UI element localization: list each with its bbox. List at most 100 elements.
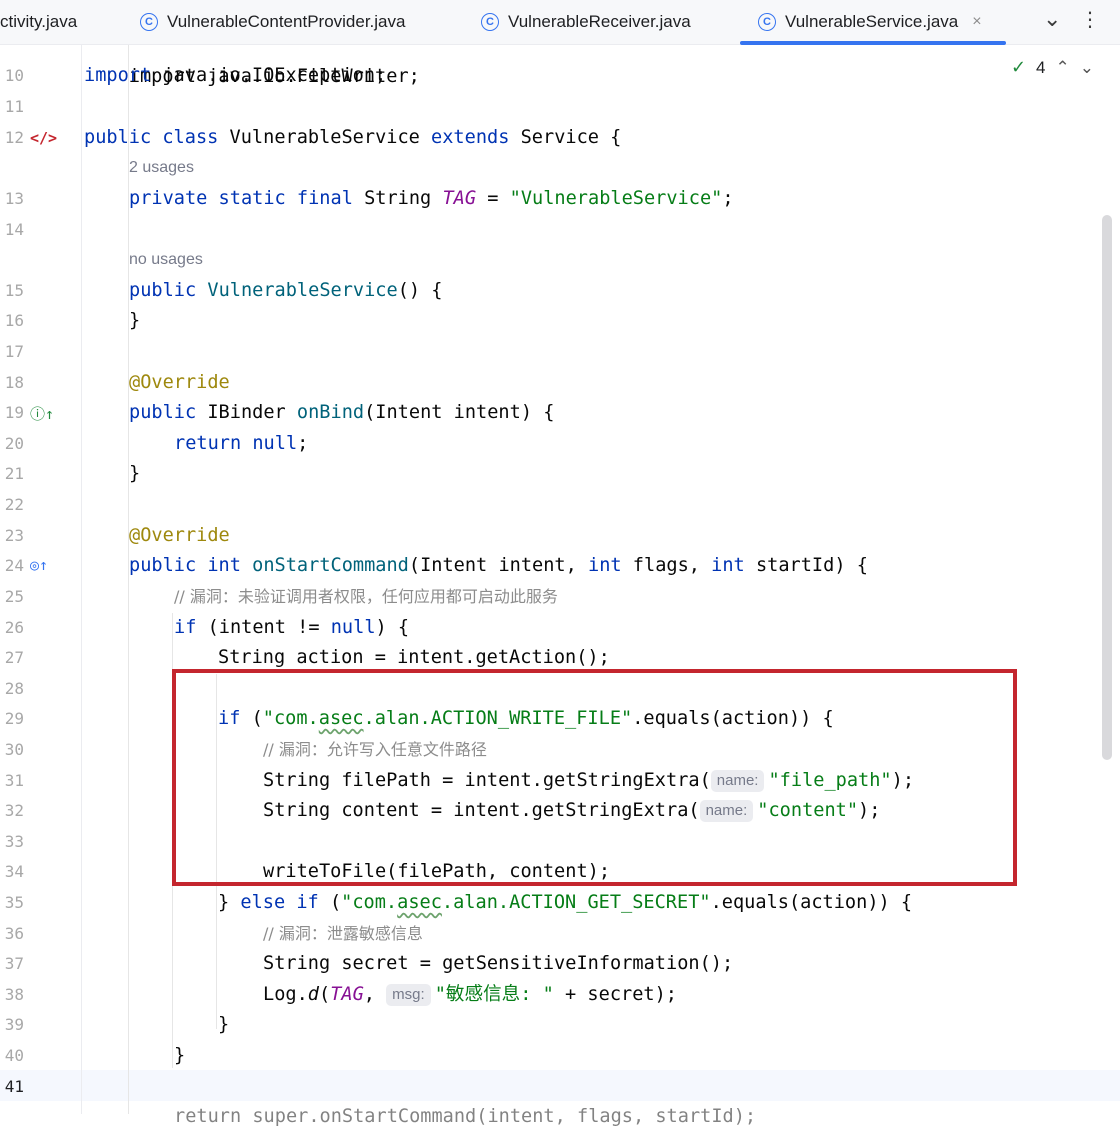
string-literal: "敏感信息: ": [434, 984, 554, 1005]
code-line: private static final String TAG = "Vulne…: [129, 184, 734, 215]
string-literal: "VulnerableService": [509, 188, 723, 209]
tab-vulnerable-receiver[interactable]: C VulnerableReceiver.java: [481, 0, 691, 44]
code-text: + secret);: [553, 984, 677, 1005]
line-number: 23: [4, 526, 24, 545]
keyword: extends: [431, 127, 510, 148]
code-text: }: [218, 892, 241, 913]
close-icon[interactable]: ×: [972, 13, 981, 31]
line-number: 40: [4, 1046, 24, 1065]
code-text: String: [352, 188, 443, 209]
line-number: 14: [4, 220, 24, 239]
line-number: 31: [4, 771, 24, 790]
code-text: =: [476, 188, 510, 209]
tab-label: VulnerableService.java: [785, 12, 959, 31]
code-text: return super.onStartCommand(intent, flag…: [174, 1106, 757, 1127]
code-line: @Override: [129, 368, 230, 399]
next-issue-icon[interactable]: ⌄: [1080, 58, 1094, 78]
line-number: 35: [4, 893, 24, 912]
code-brackets-icon[interactable]: </>: [30, 129, 57, 147]
line-number: 27: [4, 648, 24, 667]
code-line: }: [218, 1010, 229, 1041]
tab-activity[interactable]: ctivity.java: [0, 0, 77, 44]
tab-label: ctivity.java: [0, 12, 78, 31]
line-number: 24: [4, 556, 24, 575]
typo-warning[interactable]: asec: [397, 892, 442, 913]
code-line: // 漏洞：泄露敏感信息: [263, 919, 423, 950]
line-number: 38: [4, 985, 24, 1004]
line-number: 18: [4, 373, 24, 392]
keyword: else if: [240, 892, 319, 913]
class-icon: C: [481, 13, 499, 31]
code-line: public class VulnerableService extends S…: [84, 123, 621, 154]
method-name: d: [307, 984, 319, 1005]
line-number: 25: [4, 587, 24, 606]
method-name: onStartCommand: [252, 555, 409, 576]
code-text: IBinder: [196, 402, 297, 423]
code-text: ,: [363, 984, 387, 1005]
keyword: int: [711, 555, 745, 576]
code-text: String action = intent.getAction();: [218, 647, 610, 668]
code-line: Log.d(TAG, msg: "敏感信息: " + secret);: [263, 980, 677, 1011]
constant: TAG: [442, 188, 477, 209]
code-text: ;: [297, 433, 309, 454]
code-text: String secret = getSensitiveInformation(…: [263, 953, 734, 974]
code-text: java.io.IOException;: [151, 65, 387, 86]
class-icon: C: [140, 13, 158, 31]
code-editor[interactable]: ✓ 4 ⌃ ⌄ 10 11 12 13 14 15 16 17 18 19 20…: [0, 45, 1120, 1127]
line-number: 26: [4, 618, 24, 637]
usages-hint[interactable]: no usages: [129, 245, 203, 276]
annotation: @Override: [129, 525, 230, 546]
tab-label: VulnerableReceiver.java: [508, 12, 691, 31]
highlight-box: [172, 669, 1017, 886]
line-number: 10: [4, 66, 24, 85]
class-name: VulnerableService: [218, 127, 432, 148]
overrides-method-icon[interactable]: ◎↑: [30, 556, 48, 574]
line-number: 15: [4, 281, 24, 300]
code-text: (Intent intent) {: [364, 402, 555, 423]
code-text: }: [218, 1014, 230, 1035]
code-text: (: [318, 984, 331, 1005]
code-line: }: [129, 459, 140, 490]
line-number: 17: [4, 342, 24, 361]
current-line-highlight: [0, 1070, 1120, 1101]
code-line-partial: return super.onStartCommand(intent, flag…: [174, 1102, 756, 1133]
more-options-icon[interactable]: ⋮: [1080, 7, 1100, 32]
implements-method-icon[interactable]: ⓘ↑: [30, 403, 54, 424]
code-text: Service {: [509, 127, 622, 148]
code-line: if (intent != null) {: [174, 613, 409, 644]
code-text: () {: [397, 280, 443, 301]
usages-hint[interactable]: 2 usages: [129, 153, 194, 184]
code-text: ;: [722, 188, 734, 209]
line-number: 29: [4, 709, 24, 728]
code-line: // 漏洞：未验证调用者权限，任何应用都可启动此服务: [174, 582, 558, 613]
code-text: flags,: [621, 555, 712, 576]
code-text: .equals(action)) {: [710, 892, 913, 913]
line-number: 39: [4, 1015, 24, 1034]
previous-issue-icon[interactable]: ⌃: [1056, 58, 1070, 78]
code-text: ) {: [375, 617, 410, 638]
line-number: 34: [4, 862, 24, 881]
tab-vulnerable-service[interactable]: C VulnerableService.java ×: [740, 0, 1006, 45]
keyword: public int: [129, 555, 241, 576]
code-text: (: [318, 892, 342, 913]
inspection-widget[interactable]: ✓ 4 ⌃ ⌄: [1011, 57, 1094, 78]
line-number: 30: [4, 740, 24, 759]
constant: TAG: [330, 984, 364, 1005]
method-name: VulnerableService: [207, 280, 398, 301]
keyword: null: [330, 617, 376, 638]
code-text: (Intent intent,: [408, 555, 589, 576]
line-number-current: 41: [4, 1077, 24, 1096]
line-number: 13: [4, 189, 24, 208]
line-number: 37: [4, 954, 24, 973]
keyword: private static final: [129, 188, 353, 209]
code-comment: // 漏洞：未验证调用者权限，任何应用都可启动此服务: [174, 587, 558, 606]
chevron-down-icon[interactable]: ⌄: [1043, 6, 1061, 32]
vertical-scrollbar[interactable]: [1102, 215, 1112, 760]
inspection-count: 4: [1036, 57, 1046, 77]
line-number: 36: [4, 924, 24, 943]
code-text: startId) {: [744, 555, 868, 576]
line-number: 20: [4, 434, 24, 453]
line-number: 21: [4, 464, 24, 483]
keyword: if: [174, 617, 197, 638]
line-number: 32: [4, 801, 24, 820]
